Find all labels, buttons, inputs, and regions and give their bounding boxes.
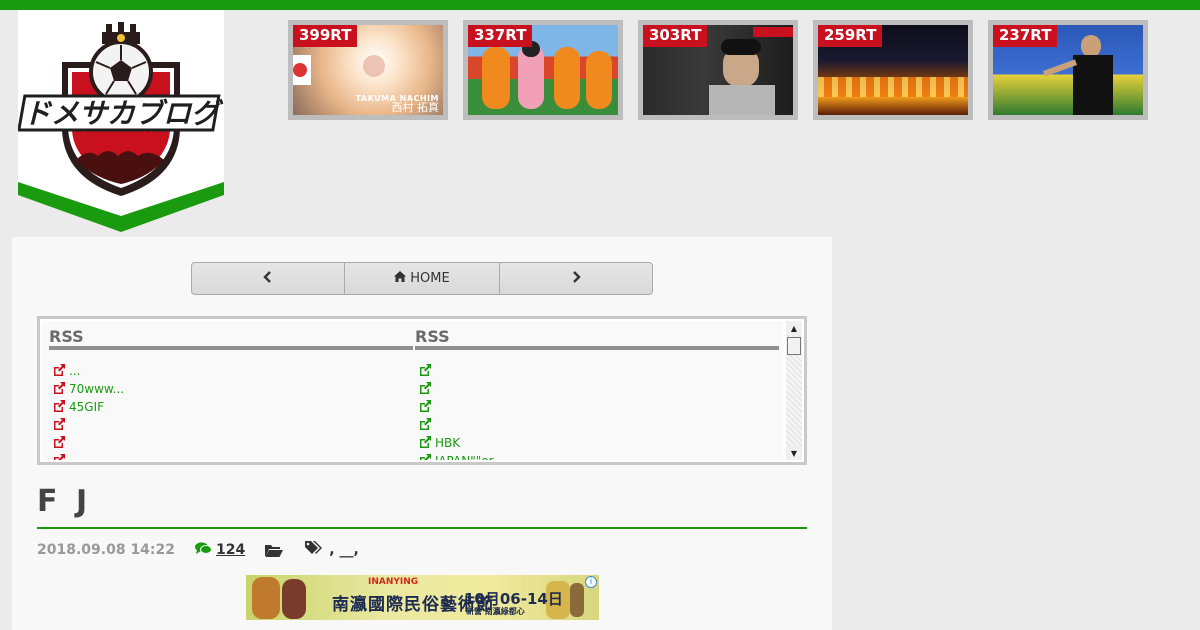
post-date: 2018.09.08 14:22 [37, 542, 176, 558]
external-link-icon [419, 435, 431, 451]
rss-item[interactable] [53, 452, 413, 460]
scroll-down-arrow-icon[interactable]: ▼ [786, 446, 802, 460]
post-title: F J [37, 484, 92, 519]
rss-item[interactable]: ... [53, 362, 413, 380]
rss-item-label: 70www... [69, 382, 125, 396]
top-post-thumb[interactable]: 399RT TAKUMA NACHIM 西村 拓真 [288, 20, 448, 120]
external-link-icon [419, 363, 431, 379]
external-link-icon [53, 363, 65, 379]
retweet-count-badge: 303RT [643, 25, 708, 47]
comment-count-link[interactable]: 124 [195, 541, 246, 559]
top-post-thumb[interactable]: 337RT [463, 20, 623, 120]
rss-item[interactable]: 45GIF [53, 398, 413, 416]
comment-count: 124 [216, 542, 246, 558]
folder-icon[interactable] [265, 544, 284, 557]
external-link-icon [53, 399, 65, 415]
post-navigation: HOME [191, 262, 653, 295]
home-icon [394, 271, 407, 286]
logo-brand-text: ドメサカブログ [23, 97, 224, 130]
post-meta: 2018.09.08 14:22 124 , __, [37, 540, 359, 560]
rss-item[interactable] [419, 398, 779, 416]
external-link-icon [53, 381, 65, 397]
rss-item[interactable] [419, 362, 779, 380]
advertisement-banner[interactable]: INANYING 南瀛國際民俗藝術節 10月06-14日 新營 南瀛綠都心 i [246, 575, 599, 620]
prev-post-button[interactable] [192, 263, 345, 294]
ad-info-icon[interactable]: i [585, 576, 597, 588]
ad-brand: INANYING [368, 577, 419, 587]
title-divider [37, 527, 807, 529]
chevron-right-icon [571, 270, 581, 287]
tags-icon [305, 541, 323, 559]
rss-item[interactable] [53, 416, 413, 434]
top-accent-bar [0, 0, 1200, 10]
rss-item[interactable] [53, 434, 413, 452]
logo-sub-text: domesoccer blog [78, 131, 165, 141]
scroll-up-arrow-icon[interactable]: ▲ [786, 321, 802, 335]
top-post-thumb[interactable]: 303RT [638, 20, 798, 120]
home-label: HOME [410, 271, 450, 286]
thumb-caption-name: 西村 拓真 [391, 101, 440, 114]
rss-list: HBK JAPAN""or [415, 362, 779, 460]
site-logo[interactable]: ドメサカブログ domesoccer blog [18, 10, 224, 232]
retweet-count-badge: 237RT [993, 25, 1058, 47]
rss-item-label: HBK [435, 436, 461, 450]
retweet-count-badge: 337RT [468, 25, 533, 47]
rss-heading: RSS [49, 321, 413, 350]
post-tags: , __, [305, 541, 359, 559]
flag-emblem-icon [363, 55, 385, 77]
ad-venue: 新營 南瀛綠都心 [466, 607, 525, 616]
retweet-count-badge: 399RT [293, 25, 358, 47]
external-link-icon [419, 417, 431, 433]
rss-heading: RSS [415, 321, 779, 350]
external-link-icon [53, 435, 65, 451]
rss-item[interactable]: JAPAN""or [419, 452, 779, 460]
rss-list: ... 70www... 45GIF [49, 362, 413, 460]
external-link-icon [419, 381, 431, 397]
next-post-button[interactable] [500, 263, 652, 294]
rss-column-left: RSS ... 70www... 45GIF [49, 321, 413, 460]
rss-scrollbar[interactable]: ▲ ▼ [786, 321, 802, 460]
rss-feed-box: RSS ... 70www... 45GIF RSS HBK JAPAN""or ▲ … [37, 316, 807, 465]
top-post-thumb[interactable]: 237RT [988, 20, 1148, 120]
main-panel: HOME RSS ... 70www... 45GIF RSS HBK JAPAN""… [12, 237, 832, 630]
external-link-icon [419, 399, 431, 415]
home-button[interactable]: HOME [345, 263, 500, 294]
rss-item-label: ... [69, 364, 81, 378]
tag-links[interactable]: , __, [329, 542, 359, 558]
scrollbar-thumb[interactable] [787, 337, 801, 355]
chevron-left-icon [263, 270, 273, 287]
retweet-count-badge: 259RT [818, 25, 883, 47]
rss-item-label: JAPAN""or [435, 454, 494, 460]
external-link-icon [53, 453, 65, 460]
rss-scroll-area[interactable]: RSS ... 70www... 45GIF RSS HBK JAPAN""or [42, 321, 783, 460]
rss-column-right: RSS HBK JAPAN""or [415, 321, 779, 460]
external-link-icon [419, 453, 431, 460]
rss-item[interactable]: HBK [419, 434, 779, 452]
top-post-thumb[interactable]: 259RT [813, 20, 973, 120]
rss-item[interactable] [419, 380, 779, 398]
comments-icon [195, 541, 213, 559]
rss-item[interactable]: 70www... [53, 380, 413, 398]
rss-item-label: 45GIF [69, 400, 105, 414]
rss-item[interactable] [419, 416, 779, 434]
external-link-icon [53, 417, 65, 433]
